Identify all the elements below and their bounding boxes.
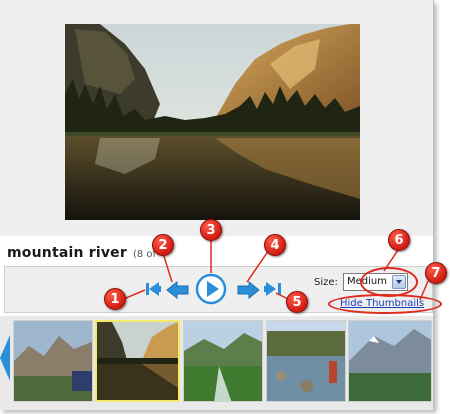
play-slideshow-icon	[195, 273, 227, 305]
callout-marker: 3	[200, 219, 222, 241]
callout-marker: 2	[152, 234, 174, 256]
main-photo[interactable]	[65, 24, 360, 220]
previous-photo-icon	[166, 281, 189, 299]
chevron-down-icon[interactable]	[392, 275, 406, 289]
previous-photo-button[interactable]	[166, 281, 190, 299]
photo-title: mountain river	[7, 245, 127, 261]
scroll-left-icon	[0, 335, 10, 381]
callout-marker: 5	[286, 291, 308, 313]
callout-marker: 4	[264, 234, 286, 256]
play-slideshow-button[interactable]	[195, 273, 227, 305]
thumbnail-item[interactable]	[266, 320, 346, 402]
last-photo-button[interactable]	[264, 281, 282, 297]
callout-marker: 1	[104, 288, 126, 310]
callout-marker: 6	[388, 229, 410, 251]
last-photo-icon	[264, 282, 281, 296]
size-label: Size:	[314, 277, 338, 288]
first-photo-icon	[146, 282, 161, 296]
size-selected-value: Medium	[347, 276, 387, 287]
thumbnail-item[interactable]	[13, 320, 93, 402]
size-select[interactable]: Medium	[343, 273, 408, 291]
first-photo-button[interactable]	[145, 281, 163, 297]
callout-marker: 7	[425, 262, 447, 284]
next-photo-icon	[237, 281, 260, 299]
scroll-left-button[interactable]	[0, 335, 10, 385]
thumbnail-item[interactable]	[348, 320, 432, 402]
thumbnail-item-selected[interactable]	[95, 320, 180, 402]
photo-title-row: mountain river (8 of	[7, 245, 156, 265]
next-photo-button[interactable]	[236, 281, 260, 299]
thumbnail-item[interactable]	[183, 320, 263, 402]
hide-thumbnails-link[interactable]: Hide Thumbnails	[340, 298, 424, 309]
